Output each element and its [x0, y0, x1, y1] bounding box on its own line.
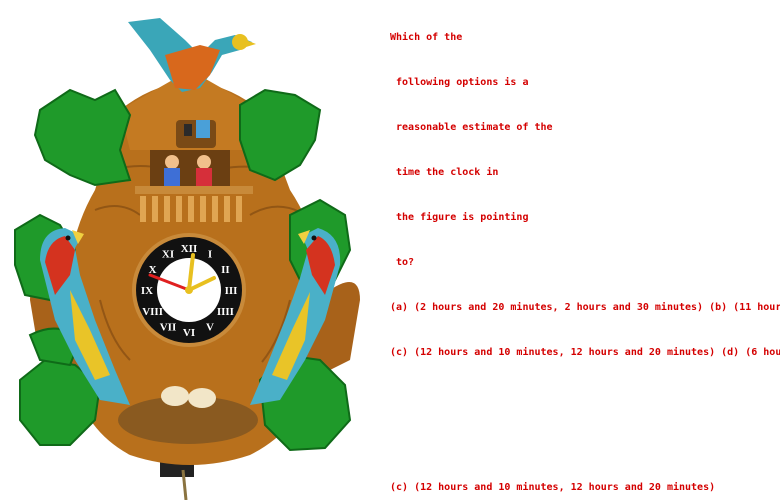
answer-line: (c) (12 hours and 10 minutes, 12 hours a…: [390, 482, 716, 493]
question-line: time the clock in: [390, 167, 499, 178]
question-line: following options is a: [390, 77, 529, 88]
question-line: Which of the: [390, 32, 463, 43]
clock-numeral: II: [221, 264, 230, 276]
question-line: reasonable estimate of the: [390, 122, 553, 133]
clock-numeral: IX: [141, 285, 153, 297]
question-line: to?: [390, 257, 415, 268]
options-line-ab: (a) (2 hours and 20 minutes, 2 hours and…: [390, 302, 780, 313]
options-line-cd: (c) (12 hours and 10 minutes, 12 hours a…: [390, 347, 780, 358]
clock-numeral: VII: [160, 321, 177, 333]
cuckoo-clock-image: XII IIIIIIIIIIVVIVIIVIIIIXXXI: [0, 0, 390, 500]
clock-numeral: I: [208, 249, 212, 261]
clock-numeral: XI: [162, 249, 174, 261]
clock-numeral: VI: [183, 327, 195, 339]
clock-numeral: III: [225, 285, 238, 297]
clock-numeral: V: [206, 321, 214, 333]
question-line: the figure is pointing: [390, 212, 529, 223]
clock-numeral: XII: [181, 243, 198, 255]
question-panel: Which of the following options is a reas…: [390, 0, 780, 500]
clock-numeral: VIII: [142, 306, 163, 318]
clock-numeral: IIII: [217, 306, 234, 318]
clock-face: XII IIIIIIIIIIVVIVIIVIIIIXXXI: [132, 233, 246, 347]
